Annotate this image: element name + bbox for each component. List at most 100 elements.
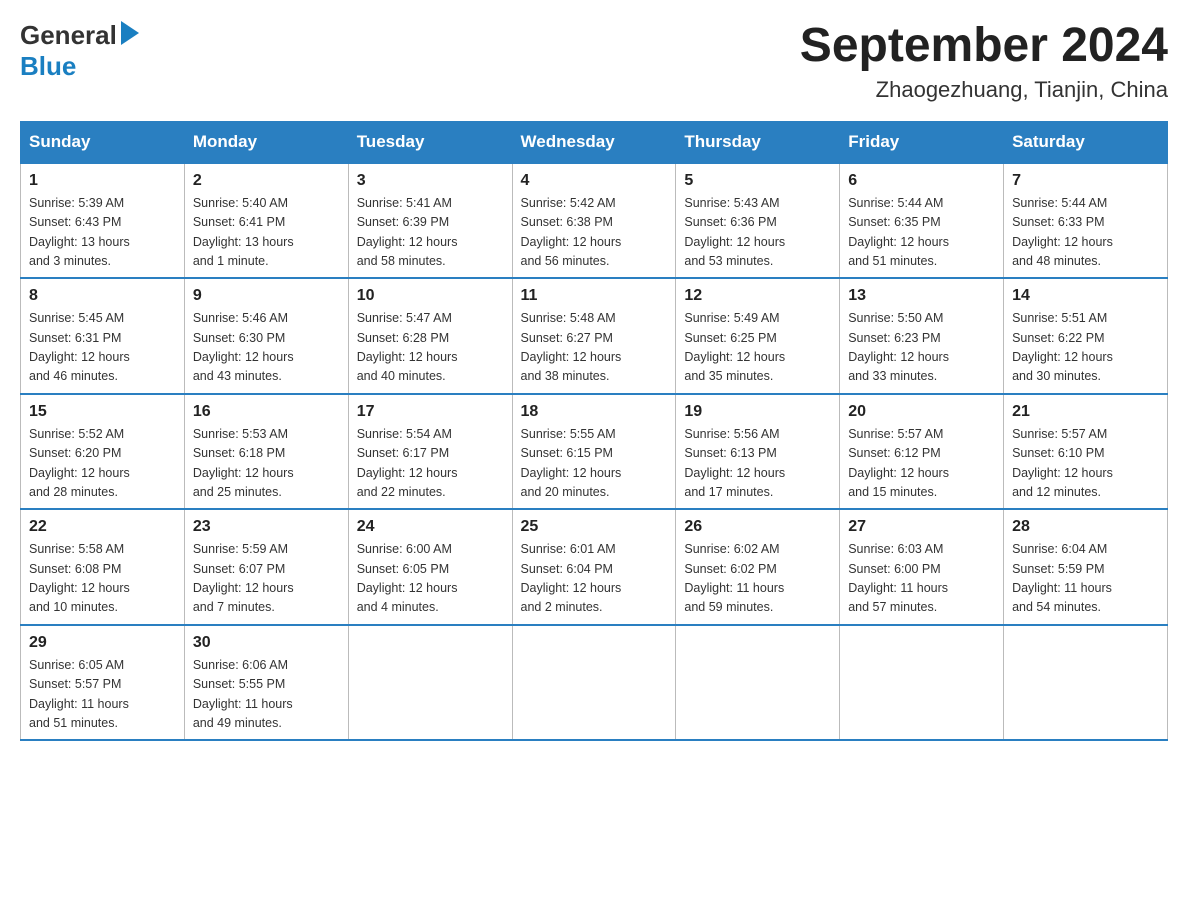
calendar-cell: 20 Sunrise: 5:57 AMSunset: 6:12 PMDaylig… [840, 394, 1004, 510]
calendar-cell: 7 Sunrise: 5:44 AMSunset: 6:33 PMDayligh… [1004, 163, 1168, 279]
calendar-week-row: 15 Sunrise: 5:52 AMSunset: 6:20 PMDaylig… [21, 394, 1168, 510]
calendar-cell: 13 Sunrise: 5:50 AMSunset: 6:23 PMDaylig… [840, 278, 1004, 394]
calendar-week-row: 22 Sunrise: 5:58 AMSunset: 6:08 PMDaylig… [21, 509, 1168, 625]
day-number: 10 [357, 287, 504, 305]
calendar-cell: 24 Sunrise: 6:00 AMSunset: 6:05 PMDaylig… [348, 509, 512, 625]
page-header: General Blue September 2024 Zhaogezhuang… [20, 20, 1168, 103]
day-info: Sunrise: 5:42 AMSunset: 6:38 PMDaylight:… [521, 194, 668, 272]
day-number: 1 [29, 172, 176, 190]
day-info: Sunrise: 5:50 AMSunset: 6:23 PMDaylight:… [848, 309, 995, 387]
day-info: Sunrise: 5:41 AMSunset: 6:39 PMDaylight:… [357, 194, 504, 272]
day-number: 21 [1012, 403, 1159, 421]
day-info: Sunrise: 5:59 AMSunset: 6:07 PMDaylight:… [193, 540, 340, 618]
logo-triangle-icon [121, 21, 139, 45]
logo-blue-text: Blue [20, 51, 76, 82]
logo: General Blue [20, 20, 139, 82]
day-number: 18 [521, 403, 668, 421]
calendar-cell [1004, 625, 1168, 741]
calendar-cell: 6 Sunrise: 5:44 AMSunset: 6:35 PMDayligh… [840, 163, 1004, 279]
calendar-cell: 10 Sunrise: 5:47 AMSunset: 6:28 PMDaylig… [348, 278, 512, 394]
calendar-cell: 16 Sunrise: 5:53 AMSunset: 6:18 PMDaylig… [184, 394, 348, 510]
calendar-cell: 9 Sunrise: 5:46 AMSunset: 6:30 PMDayligh… [184, 278, 348, 394]
calendar-cell [348, 625, 512, 741]
day-info: Sunrise: 6:05 AMSunset: 5:57 PMDaylight:… [29, 656, 176, 734]
day-info: Sunrise: 5:58 AMSunset: 6:08 PMDaylight:… [29, 540, 176, 618]
day-number: 16 [193, 403, 340, 421]
logo-general-text: General [20, 20, 117, 51]
day-info: Sunrise: 5:56 AMSunset: 6:13 PMDaylight:… [684, 425, 831, 503]
day-number: 26 [684, 518, 831, 536]
day-info: Sunrise: 6:03 AMSunset: 6:00 PMDaylight:… [848, 540, 995, 618]
day-number: 6 [848, 172, 995, 190]
day-info: Sunrise: 5:44 AMSunset: 6:33 PMDaylight:… [1012, 194, 1159, 272]
calendar-week-row: 8 Sunrise: 5:45 AMSunset: 6:31 PMDayligh… [21, 278, 1168, 394]
day-number: 5 [684, 172, 831, 190]
day-number: 3 [357, 172, 504, 190]
day-number: 9 [193, 287, 340, 305]
day-info: Sunrise: 5:54 AMSunset: 6:17 PMDaylight:… [357, 425, 504, 503]
calendar-cell: 8 Sunrise: 5:45 AMSunset: 6:31 PMDayligh… [21, 278, 185, 394]
calendar-cell [676, 625, 840, 741]
calendar-cell: 22 Sunrise: 5:58 AMSunset: 6:08 PMDaylig… [21, 509, 185, 625]
calendar-cell: 28 Sunrise: 6:04 AMSunset: 5:59 PMDaylig… [1004, 509, 1168, 625]
calendar-cell: 18 Sunrise: 5:55 AMSunset: 6:15 PMDaylig… [512, 394, 676, 510]
calendar-cell: 15 Sunrise: 5:52 AMSunset: 6:20 PMDaylig… [21, 394, 185, 510]
day-number: 15 [29, 403, 176, 421]
column-header-sunday: Sunday [21, 121, 185, 163]
day-info: Sunrise: 5:39 AMSunset: 6:43 PMDaylight:… [29, 194, 176, 272]
day-info: Sunrise: 6:00 AMSunset: 6:05 PMDaylight:… [357, 540, 504, 618]
day-number: 8 [29, 287, 176, 305]
calendar-cell: 26 Sunrise: 6:02 AMSunset: 6:02 PMDaylig… [676, 509, 840, 625]
day-number: 22 [29, 518, 176, 536]
column-header-saturday: Saturday [1004, 121, 1168, 163]
calendar-cell: 27 Sunrise: 6:03 AMSunset: 6:00 PMDaylig… [840, 509, 1004, 625]
calendar-cell: 4 Sunrise: 5:42 AMSunset: 6:38 PMDayligh… [512, 163, 676, 279]
day-number: 29 [29, 634, 176, 652]
calendar-cell: 29 Sunrise: 6:05 AMSunset: 5:57 PMDaylig… [21, 625, 185, 741]
day-info: Sunrise: 5:46 AMSunset: 6:30 PMDaylight:… [193, 309, 340, 387]
day-number: 2 [193, 172, 340, 190]
calendar-cell: 30 Sunrise: 6:06 AMSunset: 5:55 PMDaylig… [184, 625, 348, 741]
day-number: 23 [193, 518, 340, 536]
day-number: 13 [848, 287, 995, 305]
day-number: 20 [848, 403, 995, 421]
column-header-friday: Friday [840, 121, 1004, 163]
calendar-cell [512, 625, 676, 741]
calendar-week-row: 29 Sunrise: 6:05 AMSunset: 5:57 PMDaylig… [21, 625, 1168, 741]
calendar-cell: 14 Sunrise: 5:51 AMSunset: 6:22 PMDaylig… [1004, 278, 1168, 394]
day-number: 17 [357, 403, 504, 421]
title-area: September 2024 Zhaogezhuang, Tianjin, Ch… [800, 20, 1168, 103]
calendar-table: SundayMondayTuesdayWednesdayThursdayFrid… [20, 121, 1168, 742]
column-header-wednesday: Wednesday [512, 121, 676, 163]
day-number: 11 [521, 287, 668, 305]
month-year-title: September 2024 [800, 20, 1168, 73]
day-number: 14 [1012, 287, 1159, 305]
day-info: Sunrise: 5:57 AMSunset: 6:10 PMDaylight:… [1012, 425, 1159, 503]
day-info: Sunrise: 5:43 AMSunset: 6:36 PMDaylight:… [684, 194, 831, 272]
calendar-header-row: SundayMondayTuesdayWednesdayThursdayFrid… [21, 121, 1168, 163]
column-header-monday: Monday [184, 121, 348, 163]
calendar-cell: 25 Sunrise: 6:01 AMSunset: 6:04 PMDaylig… [512, 509, 676, 625]
day-info: Sunrise: 5:48 AMSunset: 6:27 PMDaylight:… [521, 309, 668, 387]
day-info: Sunrise: 5:52 AMSunset: 6:20 PMDaylight:… [29, 425, 176, 503]
day-info: Sunrise: 6:01 AMSunset: 6:04 PMDaylight:… [521, 540, 668, 618]
calendar-cell: 2 Sunrise: 5:40 AMSunset: 6:41 PMDayligh… [184, 163, 348, 279]
day-info: Sunrise: 5:45 AMSunset: 6:31 PMDaylight:… [29, 309, 176, 387]
calendar-cell: 11 Sunrise: 5:48 AMSunset: 6:27 PMDaylig… [512, 278, 676, 394]
calendar-cell: 5 Sunrise: 5:43 AMSunset: 6:36 PMDayligh… [676, 163, 840, 279]
day-number: 28 [1012, 518, 1159, 536]
day-number: 25 [521, 518, 668, 536]
day-info: Sunrise: 5:57 AMSunset: 6:12 PMDaylight:… [848, 425, 995, 503]
day-info: Sunrise: 5:49 AMSunset: 6:25 PMDaylight:… [684, 309, 831, 387]
day-number: 7 [1012, 172, 1159, 190]
calendar-cell: 19 Sunrise: 5:56 AMSunset: 6:13 PMDaylig… [676, 394, 840, 510]
day-info: Sunrise: 5:47 AMSunset: 6:28 PMDaylight:… [357, 309, 504, 387]
day-info: Sunrise: 5:51 AMSunset: 6:22 PMDaylight:… [1012, 309, 1159, 387]
day-info: Sunrise: 5:53 AMSunset: 6:18 PMDaylight:… [193, 425, 340, 503]
day-number: 30 [193, 634, 340, 652]
calendar-cell: 21 Sunrise: 5:57 AMSunset: 6:10 PMDaylig… [1004, 394, 1168, 510]
day-info: Sunrise: 6:06 AMSunset: 5:55 PMDaylight:… [193, 656, 340, 734]
calendar-cell [840, 625, 1004, 741]
day-number: 24 [357, 518, 504, 536]
day-number: 27 [848, 518, 995, 536]
